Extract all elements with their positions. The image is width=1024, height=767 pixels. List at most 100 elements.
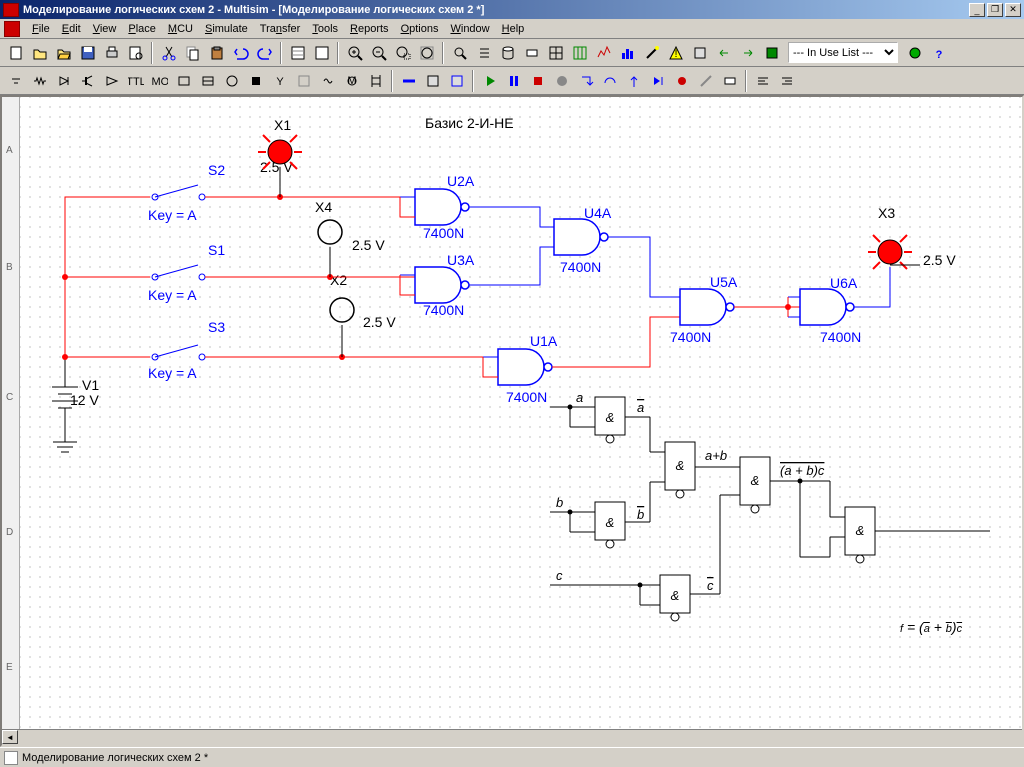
step-into-button[interactable]: [574, 70, 597, 92]
step-out-button[interactable]: [622, 70, 645, 92]
grid2-button[interactable]: [568, 42, 591, 64]
grid-button[interactable]: [544, 42, 567, 64]
print-preview-button[interactable]: [124, 42, 147, 64]
status-tab[interactable]: Моделирование логических схем 2 *: [22, 752, 208, 764]
list-button[interactable]: [472, 42, 495, 64]
gate-u5a[interactable]: [680, 289, 734, 325]
undo-button[interactable]: [229, 42, 252, 64]
place-power-button[interactable]: [244, 70, 267, 92]
scroll-left-button[interactable]: ◄: [2, 730, 18, 744]
place-transistor-button[interactable]: [76, 70, 99, 92]
maximize-button[interactable]: ❐: [987, 3, 1003, 17]
menu-options[interactable]: Options: [395, 21, 445, 37]
stop-button[interactable]: [526, 70, 549, 92]
zoom-fit-button[interactable]: [415, 42, 438, 64]
place-bus-button[interactable]: [397, 70, 420, 92]
probe-x4[interactable]: [318, 220, 342, 277]
zoom-area-button[interactable]: [391, 42, 414, 64]
place-source-button[interactable]: [4, 70, 27, 92]
align-button[interactable]: [751, 70, 774, 92]
lamp-x3[interactable]: [868, 235, 912, 269]
wizard-button[interactable]: [640, 42, 663, 64]
place-basic-button[interactable]: [28, 70, 51, 92]
redo-button[interactable]: [253, 42, 276, 64]
paste-button[interactable]: [205, 42, 228, 64]
place-misc-button[interactable]: [172, 70, 195, 92]
menu-transfer[interactable]: Transfer: [254, 21, 307, 37]
print-button[interactable]: [100, 42, 123, 64]
menu-place[interactable]: Place: [122, 21, 162, 37]
ground-symbol[interactable]: [53, 417, 77, 452]
in-use-list[interactable]: --- In Use List ---: [788, 42, 898, 63]
switch-s2[interactable]: [152, 185, 205, 200]
menu-mcu[interactable]: MCU: [162, 21, 199, 37]
menu-tools[interactable]: Tools: [306, 21, 344, 37]
step-over-button[interactable]: [598, 70, 621, 92]
gate-u1a[interactable]: [483, 349, 552, 385]
run-to-button[interactable]: [646, 70, 669, 92]
menu-simulate[interactable]: Simulate: [199, 21, 254, 37]
postproc-button[interactable]: [616, 42, 639, 64]
close-button[interactable]: ✕: [1005, 3, 1021, 17]
save-button[interactable]: [76, 42, 99, 64]
menu-help[interactable]: Help: [496, 21, 531, 37]
open2-button[interactable]: [52, 42, 75, 64]
place-misc2-button[interactable]: Y: [268, 70, 291, 92]
minimize-button[interactable]: _: [969, 3, 985, 17]
menu-edit[interactable]: Edit: [56, 21, 87, 37]
zoom-in-button[interactable]: [343, 42, 366, 64]
place-elmech-button[interactable]: M: [340, 70, 363, 92]
gate-u3a[interactable]: [400, 267, 469, 303]
measure-button[interactable]: [718, 70, 741, 92]
place-hier-button[interactable]: [445, 70, 468, 92]
run-button[interactable]: [478, 70, 501, 92]
copy-button[interactable]: [181, 42, 204, 64]
place-ladder-button[interactable]: [364, 70, 387, 92]
find-button[interactable]: [448, 42, 471, 64]
toggle-bp-button[interactable]: [670, 70, 693, 92]
fullscreen-button[interactable]: [310, 42, 333, 64]
back-anno-button[interactable]: [712, 42, 735, 64]
goto-button[interactable]: [903, 42, 926, 64]
breakpoint-button[interactable]: [550, 70, 573, 92]
menu-window[interactable]: Window: [444, 21, 495, 37]
cap-button[interactable]: [688, 42, 711, 64]
menu-file[interactable]: File: [26, 21, 56, 37]
component-button[interactable]: [520, 42, 543, 64]
place-sub-button[interactable]: [421, 70, 444, 92]
fwd-anno-button[interactable]: [736, 42, 759, 64]
database-button[interactable]: [496, 42, 519, 64]
switch-s1[interactable]: [152, 265, 205, 280]
pause-button[interactable]: [502, 70, 525, 92]
place-mixed-button[interactable]: [196, 70, 219, 92]
menubar: File Edit View Place MCU Simulate Transf…: [0, 19, 1024, 39]
gate-u4a[interactable]: [554, 219, 608, 255]
place-ttl-button[interactable]: TTL: [124, 70, 147, 92]
gate-u2a[interactable]: [400, 189, 469, 225]
lamp-x1[interactable]: [258, 135, 302, 197]
menu-reports[interactable]: Reports: [344, 21, 395, 37]
place-cmos-button[interactable]: CMOS: [148, 70, 171, 92]
place-diode-button[interactable]: [52, 70, 75, 92]
cut-button[interactable]: [157, 42, 180, 64]
erc-button[interactable]: !: [664, 42, 687, 64]
analysis-button[interactable]: [592, 42, 615, 64]
new-button[interactable]: [4, 42, 27, 64]
voltage-source[interactable]: [52, 357, 78, 417]
help-button[interactable]: ?: [927, 42, 950, 64]
zoom-out-button[interactable]: [367, 42, 390, 64]
switch-s3[interactable]: [152, 345, 205, 360]
align2-button[interactable]: [775, 70, 798, 92]
place-advanced-button[interactable]: [292, 70, 315, 92]
sheet-button[interactable]: [286, 42, 309, 64]
horizontal-scrollbar[interactable]: ◄: [2, 729, 1022, 745]
probe-x2[interactable]: [330, 298, 354, 357]
place-analog-button[interactable]: [100, 70, 123, 92]
menu-view[interactable]: View: [87, 21, 123, 37]
place-rf-button[interactable]: [316, 70, 339, 92]
ultiboard-button[interactable]: [760, 42, 783, 64]
probe-button[interactable]: [694, 70, 717, 92]
open-button[interactable]: [28, 42, 51, 64]
schematic-canvas[interactable]: Базис 2-И-НЕ X1 X4 X2 X3 S2 S1 S3 Key = …: [20, 97, 1022, 729]
place-indicator-button[interactable]: [220, 70, 243, 92]
